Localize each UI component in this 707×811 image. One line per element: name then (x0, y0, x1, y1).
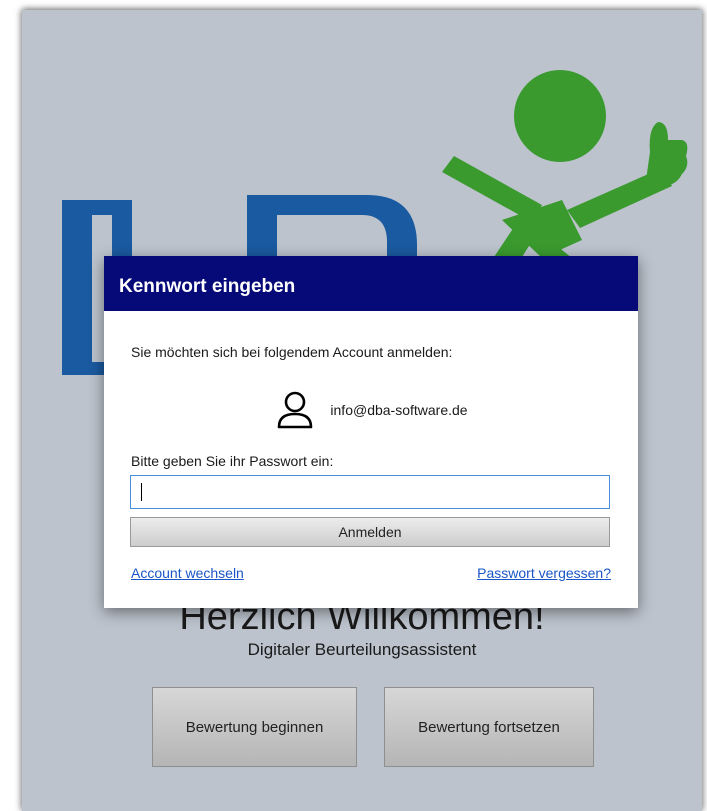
password-dialog: Kennwort eingeben Sie möchten sich bei f… (104, 256, 638, 608)
dialog-body: Sie möchten sich bei folgendem Account a… (104, 311, 638, 608)
password-label: Bitte geben Sie ihr Passwort ein: (131, 453, 334, 469)
account-email: info@dba-software.de (330, 402, 468, 418)
switch-account-link[interactable]: Account wechseln (131, 565, 244, 581)
account-prompt: Sie möchten sich bei folgendem Account a… (131, 344, 453, 360)
forgot-password-link[interactable]: Passwort vergessen? (477, 565, 611, 581)
user-icon (278, 391, 313, 429)
text-caret (141, 483, 142, 501)
continue-rating-button[interactable]: Bewertung fortsetzen (384, 687, 594, 767)
dialog-title: Kennwort eingeben (104, 256, 638, 311)
account-info: info@dba-software.de (104, 389, 638, 431)
logo-figure (442, 70, 688, 272)
app-subtitle: Digitaler Beurteilungsassistent (247, 640, 477, 659)
begin-rating-button[interactable]: Bewertung beginnen (152, 687, 357, 767)
password-input[interactable] (130, 475, 610, 509)
login-button[interactable]: Anmelden (130, 517, 610, 547)
